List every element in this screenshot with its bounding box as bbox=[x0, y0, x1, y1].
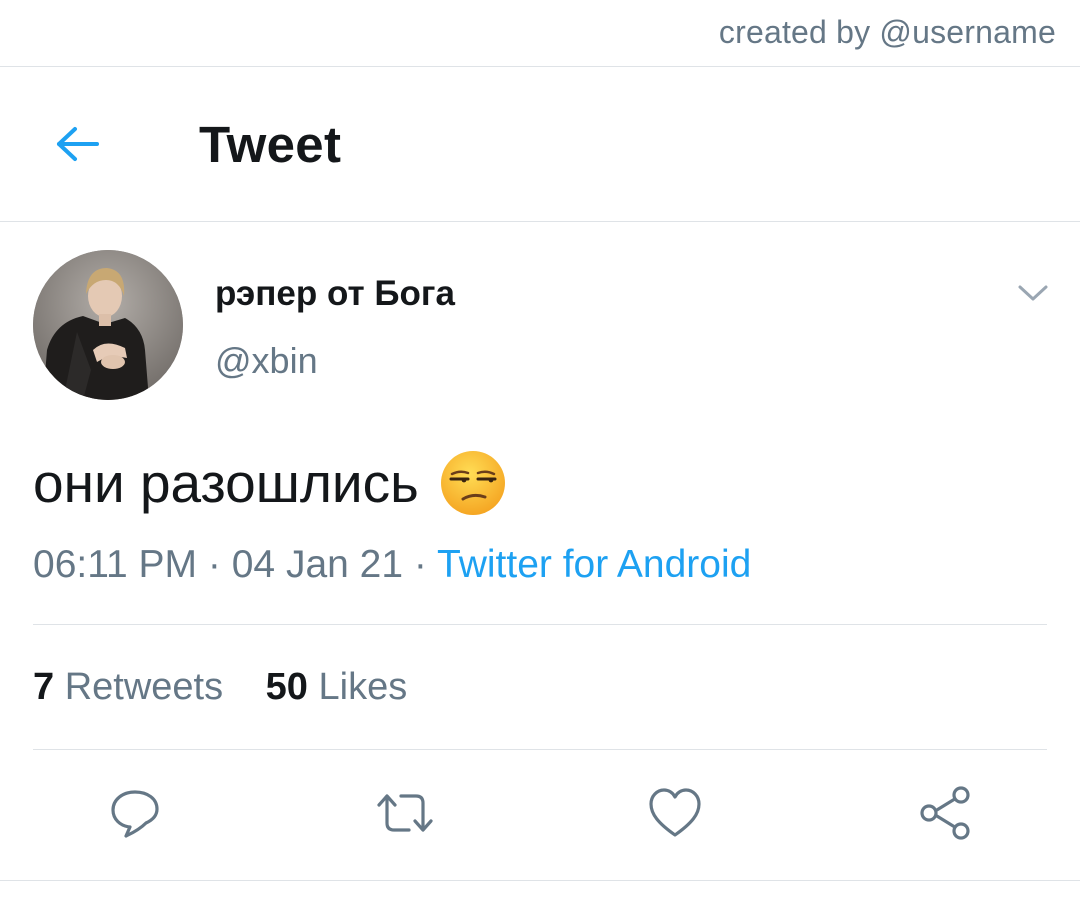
retweet-button[interactable] bbox=[375, 783, 435, 843]
tweet-body: они разошлись bbox=[33, 452, 419, 514]
bottom-divider bbox=[0, 880, 1080, 881]
arrow-left-icon bbox=[57, 127, 99, 161]
reply-icon bbox=[111, 790, 159, 838]
avatar-photo bbox=[33, 250, 183, 400]
header-divider bbox=[0, 221, 1080, 222]
likes-stat[interactable]: 50 Likes bbox=[266, 666, 408, 709]
meta-separator: · bbox=[207, 543, 221, 586]
back-button[interactable] bbox=[46, 120, 108, 168]
likes-label: Likes bbox=[318, 666, 408, 708]
share-button[interactable] bbox=[915, 783, 975, 843]
chevron-down-icon bbox=[1018, 285, 1048, 301]
share-icon bbox=[920, 786, 970, 840]
top-divider bbox=[0, 66, 1080, 67]
page-title: Tweet bbox=[199, 116, 342, 173]
display-name[interactable]: рэпер от Бога bbox=[215, 274, 455, 314]
tweet-source-link[interactable]: Twitter for Android bbox=[437, 543, 751, 586]
user-handle[interactable]: @xbin bbox=[215, 340, 318, 382]
reply-button[interactable] bbox=[105, 783, 165, 843]
tweet-header: Tweet bbox=[0, 68, 1080, 221]
retweets-stat[interactable]: 7 Retweets bbox=[33, 666, 223, 709]
tweet-time: 06:11 PM bbox=[33, 543, 198, 586]
tweet-options-button[interactable] bbox=[1010, 275, 1056, 311]
tweet-stats: 7 Retweets 50 Likes bbox=[33, 666, 439, 709]
tweet-text: они разошлись bbox=[33, 449, 507, 517]
unamused-face-icon bbox=[440, 451, 505, 515]
retweets-count: 7 bbox=[33, 666, 55, 708]
meta-separator: · bbox=[413, 543, 427, 586]
retweet-icon bbox=[377, 794, 433, 832]
stats-divider bbox=[33, 749, 1047, 750]
meta-divider bbox=[33, 624, 1047, 625]
heart-icon bbox=[649, 788, 701, 837]
likes-count: 50 bbox=[265, 666, 308, 708]
tweet-date: 04 Jan 21 bbox=[231, 543, 404, 586]
tweet-meta: 06:11 PM · 04 Jan 21 · Twitter for Andro… bbox=[33, 543, 751, 587]
retweets-label: Retweets bbox=[64, 666, 224, 708]
credit-text: created by @username bbox=[718, 14, 1056, 50]
avatar[interactable] bbox=[33, 250, 183, 400]
like-button[interactable] bbox=[645, 783, 705, 843]
